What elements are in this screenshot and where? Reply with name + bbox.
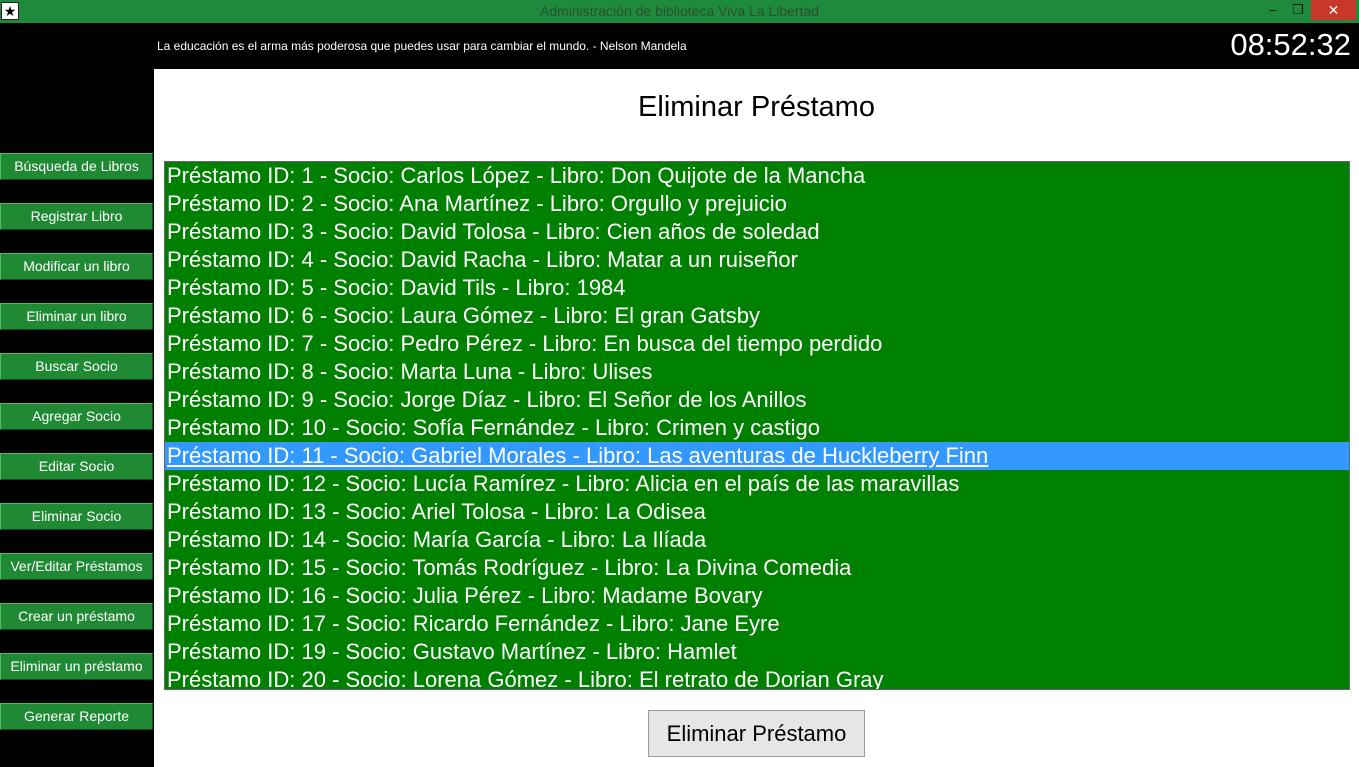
loan-list-item[interactable]: Préstamo ID: 4 - Socio: David Racha - Li… — [165, 246, 1349, 274]
delete-member-button[interactable]: Eliminar Socio — [0, 503, 153, 530]
loan-item-label: Préstamo ID: 17 - Socio: Ricardo Fernánd… — [167, 611, 780, 636]
loan-item-label: Préstamo ID: 20 - Socio: Lorena Gómez - … — [167, 667, 884, 690]
loan-item-label: Préstamo ID: 15 - Socio: Tomás Rodríguez… — [167, 555, 852, 580]
clock: 08:52:32 — [1230, 27, 1351, 62]
loan-item-label: Préstamo ID: 19 - Socio: Gustavo Martíne… — [167, 639, 737, 664]
loan-item-label: Préstamo ID: 13 - Socio: Ariel Tolosa - … — [167, 499, 706, 524]
loan-list-item[interactable]: Préstamo ID: 12 - Socio: Lucía Ramírez -… — [165, 470, 1349, 498]
loan-list-item[interactable]: Préstamo ID: 13 - Socio: Ariel Tolosa - … — [165, 498, 1349, 526]
header-bar: La educación es el arma más poderosa que… — [0, 23, 1359, 69]
loan-list-item[interactable]: Préstamo ID: 1 - Socio: Carlos López - L… — [165, 162, 1349, 190]
loan-item-label: Préstamo ID: 14 - Socio: María García - … — [167, 527, 707, 552]
loan-item-label: Préstamo ID: 4 - Socio: David Racha - Li… — [167, 247, 798, 272]
loan-item-label: Préstamo ID: 5 - Socio: David Tils - Lib… — [167, 275, 626, 300]
loan-list-item[interactable]: Préstamo ID: 5 - Socio: David Tils - Lib… — [165, 274, 1349, 302]
loan-item-label: Préstamo ID: 8 - Socio: Marta Luna - Lib… — [167, 359, 653, 384]
loan-item-label: Préstamo ID: 3 - Socio: David Tolosa - L… — [167, 219, 820, 244]
loan-item-label: Préstamo ID: 10 - Socio: Sofía Fernández… — [167, 415, 820, 440]
loan-item-label: Préstamo ID: 12 - Socio: Lucía Ramírez -… — [167, 471, 960, 496]
edit-member-button[interactable]: Editar Socio — [0, 453, 153, 480]
loans-listbox[interactable]: Préstamo ID: 1 - Socio: Carlos López - L… — [164, 161, 1350, 690]
modify-book-button[interactable]: Modificar un libro — [0, 253, 153, 280]
loan-list-item[interactable]: Préstamo ID: 17 - Socio: Ricardo Fernánd… — [165, 610, 1349, 638]
create-loan-button[interactable]: Crear un préstamo — [0, 603, 153, 630]
loan-list-item[interactable]: Préstamo ID: 6 - Socio: Laura Gómez - Li… — [165, 302, 1349, 330]
window-title: Administración de biblioteca Viva La Lib… — [539, 3, 820, 19]
loan-list-item[interactable]: Préstamo ID: 8 - Socio: Marta Luna - Lib… — [165, 358, 1349, 386]
loan-item-label: Préstamo ID: 16 - Socio: Julia Pérez - L… — [167, 583, 763, 608]
book-search-button[interactable]: Búsqueda de Libros — [0, 153, 153, 180]
loan-list-item[interactable]: Préstamo ID: 14 - Socio: María García - … — [165, 526, 1349, 554]
delete-loan-action-button[interactable]: Eliminar Préstamo — [648, 710, 865, 757]
loan-list-item[interactable]: Préstamo ID: 7 - Socio: Pedro Pérez - Li… — [165, 330, 1349, 358]
loan-list-item[interactable]: Préstamo ID: 10 - Socio: Sofía Fernández… — [165, 414, 1349, 442]
sidebar: Búsqueda de Libros Registrar Libro Modif… — [0, 69, 154, 767]
loan-item-label: Préstamo ID: 9 - Socio: Jorge Díaz - Lib… — [167, 387, 807, 412]
delete-loan-button[interactable]: Eliminar un préstamo — [0, 653, 153, 680]
close-button[interactable]: ✕ — [1311, 0, 1356, 20]
loan-list-item[interactable]: Préstamo ID: 19 - Socio: Gustavo Martíne… — [165, 638, 1349, 666]
page-title: Eliminar Préstamo — [638, 91, 875, 123]
delete-book-button[interactable]: Eliminar un libro — [0, 303, 153, 330]
generate-report-button[interactable]: Generar Reporte — [0, 703, 153, 730]
search-member-button[interactable]: Buscar Socio — [0, 353, 153, 380]
loan-list-item[interactable]: Préstamo ID: 20 - Socio: Lorena Gómez - … — [165, 666, 1349, 690]
main-panel: Eliminar Préstamo Préstamo ID: 1 - Socio… — [154, 69, 1359, 767]
register-book-button[interactable]: Registrar Libro — [0, 203, 153, 230]
view-edit-loans-button[interactable]: Ver/Editar Préstamos — [0, 553, 153, 580]
loan-list-item[interactable]: Préstamo ID: 16 - Socio: Julia Pérez - L… — [165, 582, 1349, 610]
add-member-button[interactable]: Agregar Socio — [0, 403, 153, 430]
loan-item-label: Préstamo ID: 1 - Socio: Carlos López - L… — [167, 163, 866, 188]
loan-list-item[interactable]: Préstamo ID: 15 - Socio: Tomás Rodríguez… — [165, 554, 1349, 582]
loan-list-item[interactable]: Préstamo ID: 9 - Socio: Jorge Díaz - Lib… — [165, 386, 1349, 414]
loan-item-label: Préstamo ID: 6 - Socio: Laura Gómez - Li… — [167, 303, 761, 328]
quote-text: La educación es el arma más poderosa que… — [157, 39, 687, 53]
loan-list-item[interactable]: Préstamo ID: 3 - Socio: David Tolosa - L… — [165, 218, 1349, 246]
loan-item-label: Préstamo ID: 7 - Socio: Pedro Pérez - Li… — [167, 331, 883, 356]
loan-list-item[interactable]: Préstamo ID: 2 - Socio: Ana Martínez - L… — [165, 190, 1349, 218]
loan-item-label: Préstamo ID: 11 - Socio: Gabriel Morales… — [167, 443, 989, 468]
loan-item-label: Préstamo ID: 2 - Socio: Ana Martínez - L… — [167, 191, 787, 216]
loan-list-item[interactable]: Préstamo ID: 11 - Socio: Gabriel Morales… — [165, 442, 1349, 470]
minimize-button[interactable]: – — [1260, 0, 1286, 20]
title-bar: ★ Administración de biblioteca Viva La L… — [0, 0, 1359, 23]
maximize-button[interactable]: ❐ — [1286, 0, 1310, 20]
